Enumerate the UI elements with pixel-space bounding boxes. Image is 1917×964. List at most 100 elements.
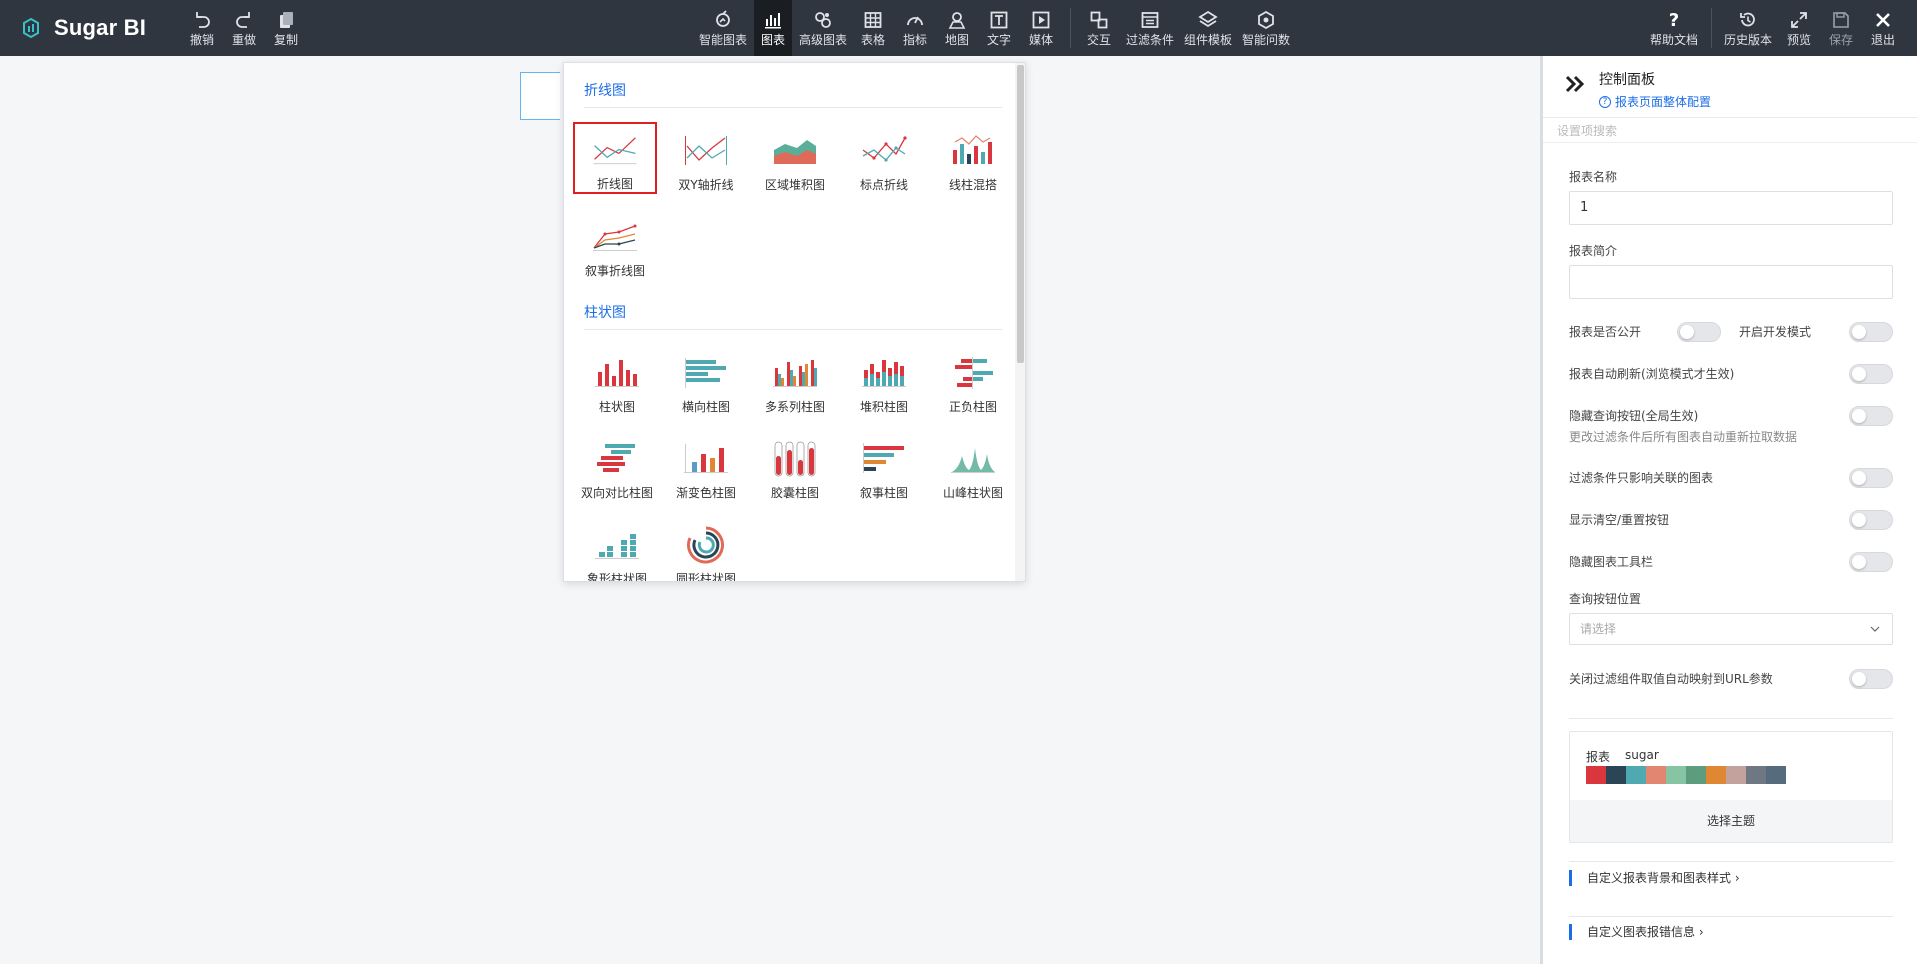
public-toggle[interactable] xyxy=(1677,322,1721,342)
chart-item-label: 胶囊柱图 xyxy=(770,486,819,500)
history-icon xyxy=(1740,12,1755,26)
query-pos-select[interactable]: 请选择 xyxy=(1569,613,1893,645)
query-pos-placeholder: 请选择 xyxy=(1580,622,1617,636)
narrative-line-icon xyxy=(593,224,637,251)
filter-label: 过滤条件 xyxy=(1126,32,1175,47)
chart-item-circular-bar[interactable]: 圆形柱状图 xyxy=(664,518,748,582)
custom-bg-style-link[interactable]: 自定义报表背景和图表样式 › xyxy=(1569,870,1740,886)
chart-item-label: 正负柱图 xyxy=(948,400,997,414)
smart-qa-label: 智能问数 xyxy=(1242,32,1291,47)
circular-bar-icon xyxy=(687,526,724,564)
public-label: 报表是否公开 xyxy=(1569,325,1642,339)
search-divider xyxy=(1543,142,1917,143)
theme-card: 报表 sugar 选择主题 xyxy=(1569,731,1893,843)
bar-chart-icon xyxy=(595,360,639,387)
toolbar-table[interactable]: 表格 xyxy=(858,0,888,56)
picker-scroll-thumb[interactable] xyxy=(1017,65,1024,363)
table-icon xyxy=(864,11,882,28)
chart-type-picker: 折线图 折线图 双Y轴折线 区域堆积图 标点折线 线柱混搭 叙事折线图 柱状图 … xyxy=(563,62,1026,582)
chart-item-stacked-bar[interactable]: 堆积柱图 xyxy=(842,346,926,418)
toolbar-advanced-chart[interactable]: 高级图表 xyxy=(797,0,849,56)
chart-item-bidirectional-bar[interactable]: 双向对比柱图 xyxy=(575,432,659,504)
redo-icon xyxy=(236,11,250,28)
choose-theme-button[interactable]: 选择主题 xyxy=(1570,800,1892,842)
show-clear-label: 显示清空/重置按钮 xyxy=(1569,513,1670,527)
settings-search-input[interactable]: 设置项搜索 xyxy=(1557,122,1617,139)
pos-neg-bar-icon xyxy=(955,357,993,389)
toolbar-interaction[interactable]: 交互 xyxy=(1084,0,1114,56)
custom-error-info-link[interactable]: 自定义图表报错信息 › xyxy=(1569,924,1704,940)
toolbar-media[interactable]: 媒体 xyxy=(1026,0,1056,56)
toolbar-filter[interactable]: 过滤条件 xyxy=(1126,0,1174,56)
dev-mode-toggle[interactable] xyxy=(1849,322,1893,342)
canvas-component-placeholder[interactable] xyxy=(520,72,560,120)
chart-item-bar[interactable]: 柱状图 xyxy=(575,346,659,418)
chart-item-pictorial-bar[interactable]: 象形柱状图 xyxy=(575,518,659,581)
app-name: Sugar BI xyxy=(54,15,147,40)
chevron-down-icon xyxy=(1870,626,1880,632)
chart-item-point-line[interactable]: 标点折线 xyxy=(842,124,926,196)
chart-item-horizontal-bar[interactable]: 横向柱图 xyxy=(664,346,748,418)
redo-button[interactable]: 重做 xyxy=(230,0,258,56)
point-line-icon xyxy=(862,136,907,162)
stacked-bar-icon xyxy=(862,360,906,387)
chart-item-narrative-line[interactable]: 叙事折线图 xyxy=(573,210,657,282)
toolbar-component-template[interactable]: 组件模板 xyxy=(1184,0,1232,56)
toolbar-save[interactable]: 保存 xyxy=(1826,0,1856,56)
chart-item-narrative-bar[interactable]: 叙事柱图 xyxy=(842,432,926,504)
report-intro-input[interactable] xyxy=(1569,265,1893,299)
toolbar-preview[interactable]: 预览 xyxy=(1784,0,1814,56)
stacked-area-icon xyxy=(774,140,816,164)
hide-query-label: 隐藏查询按钮(全局生效) xyxy=(1569,409,1699,423)
filter-related-toggle[interactable] xyxy=(1849,468,1893,488)
hide-toolbar-toggle[interactable] xyxy=(1849,552,1893,572)
copy-icon xyxy=(280,11,293,28)
app-logo: Sugar BI xyxy=(20,15,146,41)
theme-color-swatch xyxy=(1706,766,1726,784)
chart-item-stacked-area[interactable]: 区域堆积图 xyxy=(753,124,837,196)
picker-scrollbar[interactable] xyxy=(1015,63,1025,581)
chart-item-line-bar-combo[interactable]: 线柱混搭 xyxy=(931,124,1015,196)
collapse-panel-icon[interactable] xyxy=(1565,74,1585,94)
smart-chart-icon xyxy=(716,9,730,27)
toolbar-help[interactable]: ? 帮助文档 xyxy=(1649,0,1699,56)
show-clear-toggle[interactable] xyxy=(1849,510,1893,530)
control-panel-header: 控制面板 ? 报表页面整体配置 xyxy=(1543,56,1917,118)
chart-item-mountain-bar[interactable]: 山峰柱状图 xyxy=(931,432,1015,504)
copy-button[interactable]: 复制 xyxy=(272,0,300,56)
chart-item-line[interactable]: 折线图 xyxy=(573,122,657,194)
custom-error-info-label: 自定义图表报错信息 xyxy=(1587,925,1696,939)
url-param-label: 关闭过滤组件取值自动映射到URL参数 xyxy=(1569,672,1773,686)
toolbar-smart-chart[interactable]: 智能图表 xyxy=(697,0,749,56)
toolbar-text[interactable]: 文字 xyxy=(984,0,1014,56)
toolbar-exit[interactable]: 退出 xyxy=(1868,0,1898,56)
undo-button[interactable]: 撤销 xyxy=(188,0,216,56)
report-name-input[interactable]: 1 xyxy=(1569,191,1893,225)
chart-item-label: 圆形柱状图 xyxy=(675,572,736,582)
chart-item-capsule-bar[interactable]: 胶囊柱图 xyxy=(753,432,837,504)
auto-refresh-toggle[interactable] xyxy=(1849,364,1893,384)
capsule-bar-icon xyxy=(774,441,816,477)
page-config-link[interactable]: ? 报表页面整体配置 xyxy=(1599,93,1711,110)
chart-item-dual-axis-line[interactable]: 双Y轴折线 xyxy=(664,124,748,196)
toolbar-chart[interactable]: 图表 xyxy=(754,0,792,56)
toolbar-map[interactable]: 地图 xyxy=(942,0,972,56)
hide-query-toggle[interactable] xyxy=(1849,406,1893,426)
toolbar-metric[interactable]: 指标 xyxy=(900,0,930,56)
chart-item-multi-series-bar[interactable]: 多系列柱图 xyxy=(753,346,837,418)
section-divider xyxy=(1569,916,1893,917)
toolbar-history[interactable]: 历史版本 xyxy=(1723,0,1773,56)
copy-label: 复制 xyxy=(273,32,298,47)
chart-item-label: 双Y轴折线 xyxy=(678,178,734,192)
chart-item-gradient-bar[interactable]: 渐变色柱图 xyxy=(664,432,748,504)
help-icon: ? xyxy=(1669,10,1679,30)
report-name-label: 报表名称 xyxy=(1569,170,1618,184)
chart-item-pos-neg-bar[interactable]: 正负柱图 xyxy=(931,346,1015,418)
chart-item-label: 横向柱图 xyxy=(681,400,730,414)
url-param-toggle[interactable] xyxy=(1849,669,1893,689)
filter-related-label: 过滤条件只影响关联的图表 xyxy=(1569,471,1714,485)
toolbar-smart-qa[interactable]: 智能问数 xyxy=(1242,0,1290,56)
horizontal-bar-icon xyxy=(685,358,726,388)
help-label: 帮助文档 xyxy=(1649,32,1698,47)
interaction-icon xyxy=(1090,11,1108,28)
